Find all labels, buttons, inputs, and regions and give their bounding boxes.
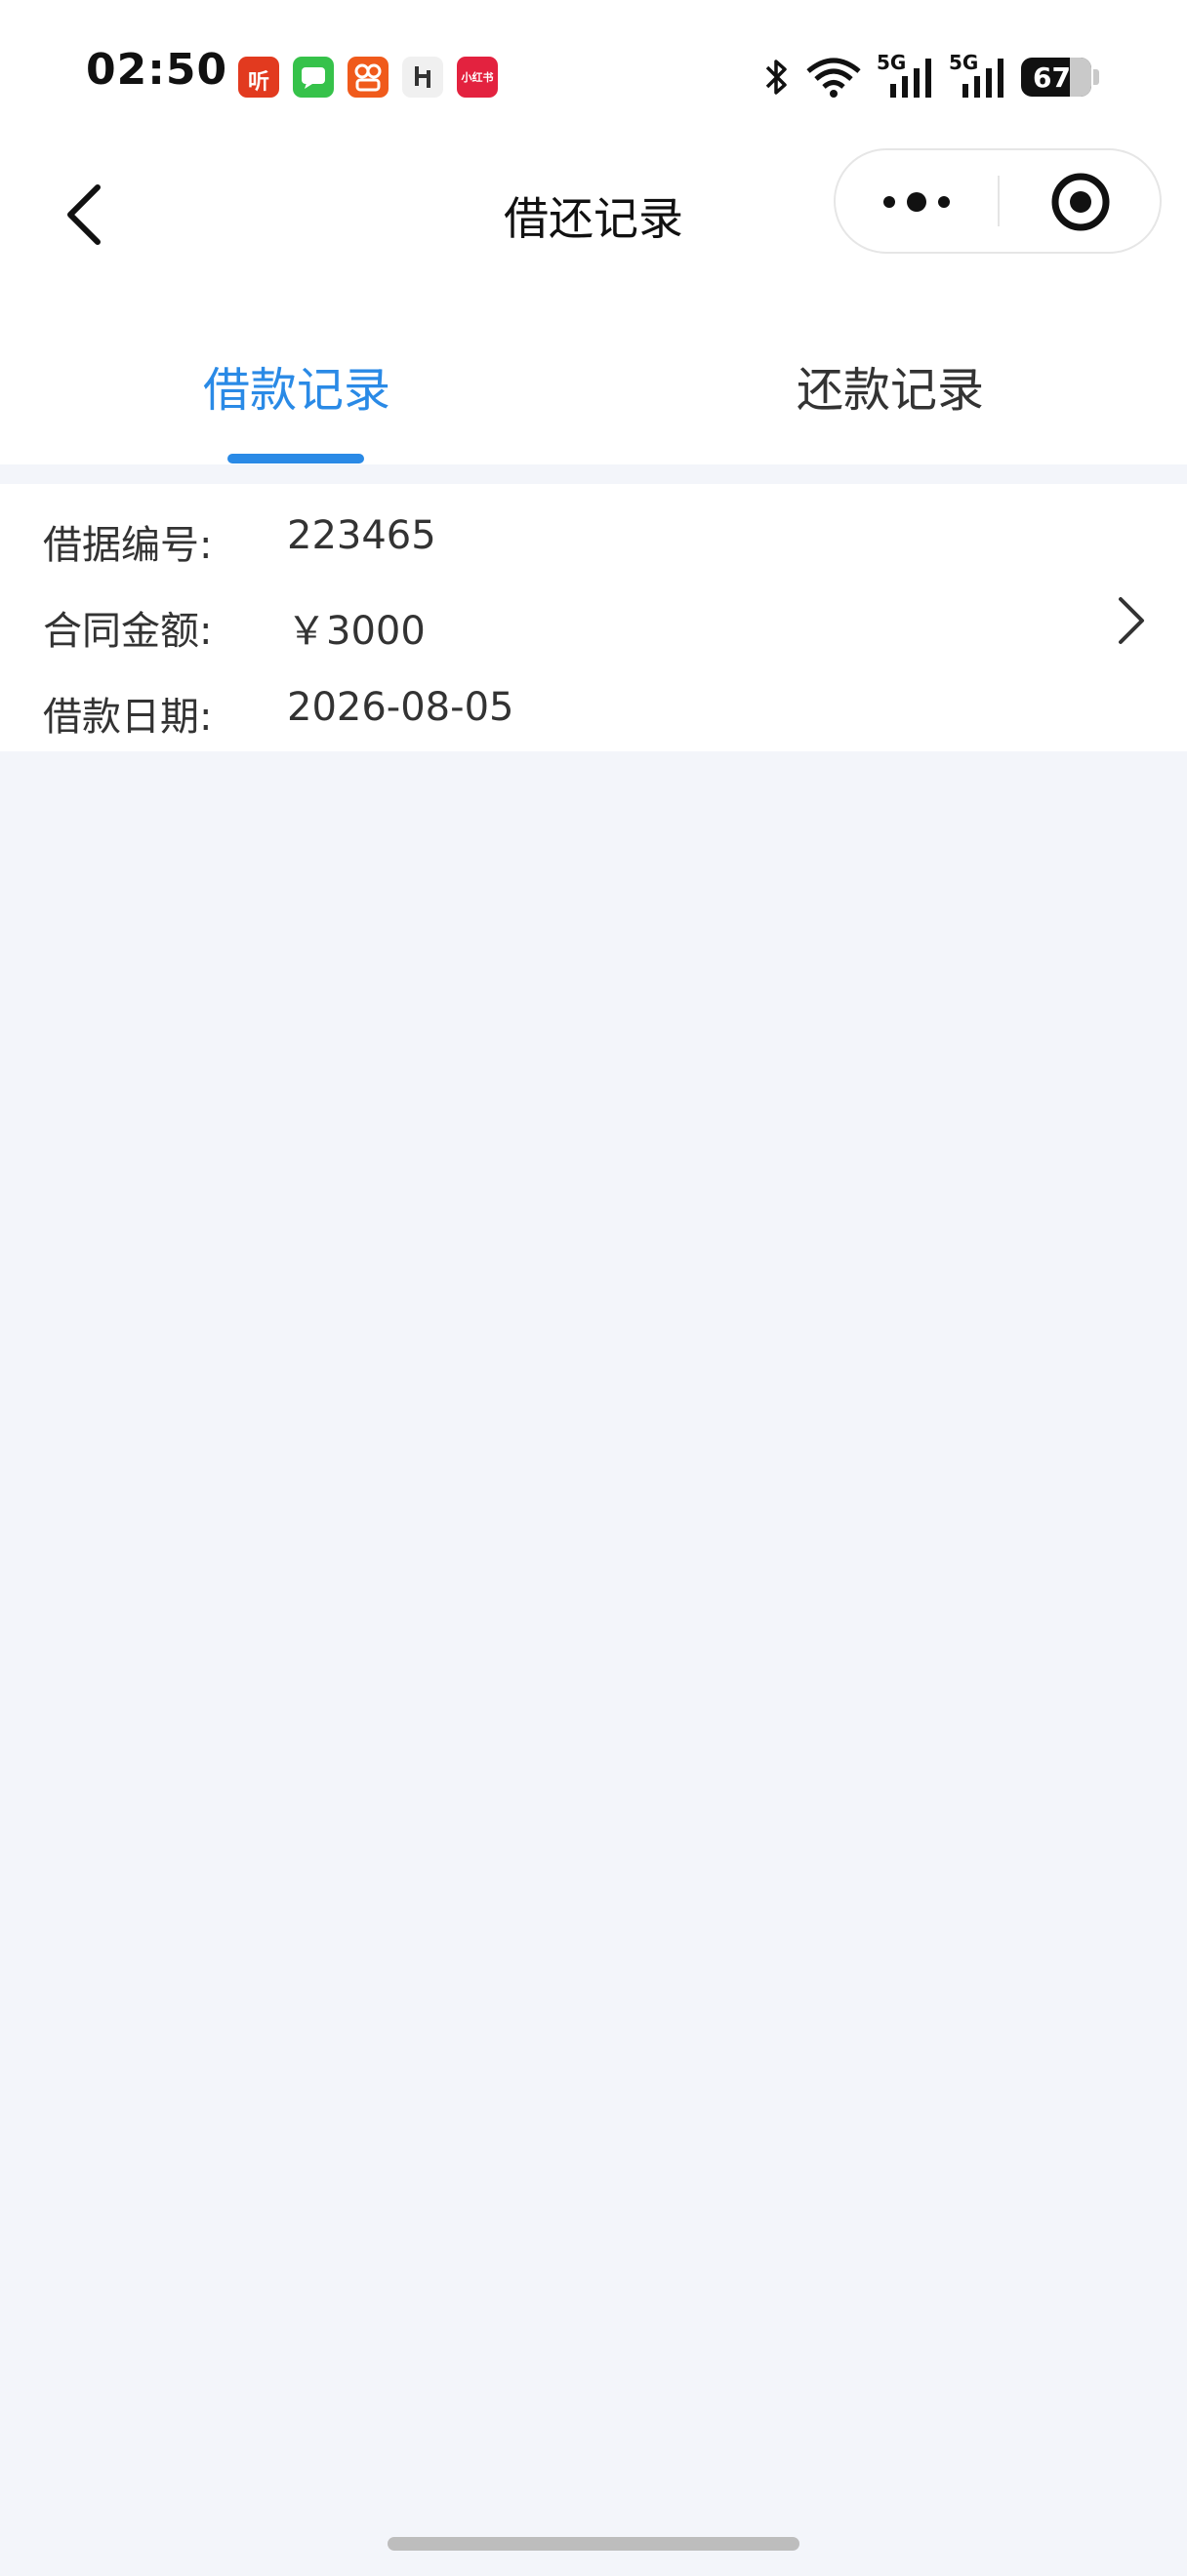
signal-5g-icon: 5G — [877, 51, 935, 100]
more-dots-icon — [883, 192, 950, 212]
loan-record-card[interactable]: 借据编号: 223465 合同金额: ￥3000 借款日期: 2026-08-0… — [0, 484, 1187, 751]
chevron-right-icon — [1119, 597, 1144, 644]
status-bar: 02:50 听 小红书 5G 5G 67 — [0, 0, 1187, 146]
battery-icon: 67 — [1021, 58, 1091, 97]
tab-loan-records[interactable]: 借款记录 — [0, 351, 594, 420]
signal-5g-icon: 5G — [949, 51, 1007, 100]
app-icon — [402, 57, 443, 98]
ximalaya-app-icon: 听 — [238, 57, 279, 98]
notif-glyph: 听 — [247, 70, 269, 95]
nav-bar: 借还记录 — [0, 146, 1187, 293]
notif-glyph: 小红书 — [461, 71, 494, 84]
field-label: 合同金额: — [43, 609, 213, 654]
field-label: 借据编号: — [43, 523, 213, 568]
system-icons: 5G 5G 67 — [761, 51, 1099, 101]
more-button[interactable] — [836, 150, 998, 252]
bluetooth-icon — [765, 60, 787, 95]
battery-cap — [1093, 69, 1099, 85]
home-indicator[interactable] — [388, 2537, 799, 2551]
tab-repayment-records[interactable]: 还款记录 — [594, 351, 1187, 420]
tab-bar: 借款记录 还款记录 — [0, 293, 1187, 464]
wifi-icon — [806, 58, 861, 98]
field-value: 223465 — [287, 513, 436, 558]
battery-level: 67 — [1033, 61, 1071, 94]
active-tab-indicator — [227, 454, 364, 463]
close-mini-program-button[interactable] — [1000, 150, 1162, 252]
target-circle-icon — [1051, 173, 1110, 231]
xiaohongshu-app-icon: 小红书 — [457, 57, 498, 98]
field-label: 借款日期: — [43, 695, 213, 740]
status-time: 02:50 — [86, 45, 228, 95]
messages-app-icon — [293, 57, 334, 98]
taobao-app-icon — [348, 57, 389, 98]
field-value: ￥3000 — [287, 609, 426, 654]
field-value: 2026-08-05 — [287, 685, 514, 730]
mini-program-capsule — [834, 148, 1162, 254]
